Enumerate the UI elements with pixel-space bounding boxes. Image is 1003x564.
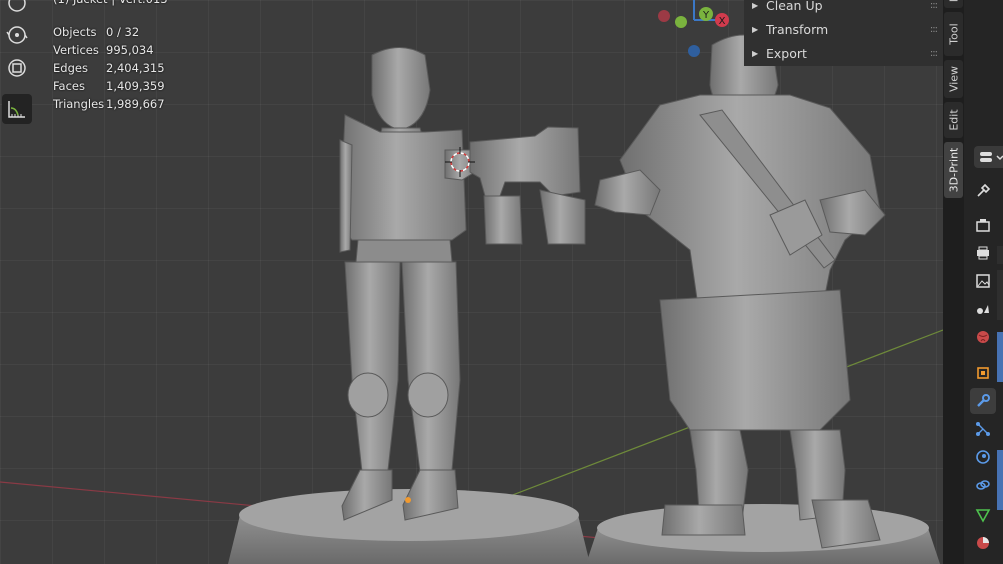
neg-y-axis-dot[interactable] [675,16,687,28]
neg-z-axis-dot[interactable] [688,45,700,57]
neg-x-axis-dot[interactable] [658,10,670,22]
render-camera-icon [976,219,990,232]
scale-icon [8,59,26,77]
scene-icon [977,305,989,314]
tab-constraints[interactable] [970,472,996,498]
expand-triangle-icon: ▶ [752,24,759,34]
particles-icon [976,422,990,436]
world-icon [977,331,989,343]
mesh-data-icon [975,509,991,523]
drag-grip-icon[interactable]: ::: [930,0,938,11]
tab-world[interactable] [970,324,996,350]
printer-icon [977,246,989,260]
stat-label: Faces [53,79,85,93]
tab-item[interactable]: ll [944,0,963,8]
stat-value: 2,404,315 [106,61,165,75]
object-icon [977,367,989,379]
sidebar-panel: ▶ Clean Up ▶ Transform ▶ Export ::: ::: ::: [744,0,943,66]
stat-row: Objects 0 / 32 [53,23,183,41]
stat-label: Objects [53,25,97,39]
stat-row: Faces 1,409,359 [53,77,183,95]
select-tool-button[interactable] [2,0,32,18]
tab-tool-settings[interactable] [970,178,996,204]
tab-scene[interactable] [970,296,996,322]
stat-row: Triangles 1,989,667 [53,95,183,113]
tab-physics[interactable] [970,444,996,470]
tab-view[interactable]: View [944,60,963,98]
3d-viewport[interactable]: (1) Jacket | Vert.013 Objects 0 / 32 Vert… [0,0,943,564]
panel-clean-up[interactable]: ▶ Clean Up [752,0,823,14]
object-origin [405,497,411,503]
editor-type-dropdown[interactable] [974,146,1003,168]
properties-tab-strip [964,0,1003,564]
expand-triangle-icon: ▶ [752,0,759,10]
panel-label: Export [766,45,807,61]
panel-label: Clean Up [766,0,823,13]
cursor-icon [8,0,26,12]
stat-value: 1,989,667 [106,97,165,111]
tab-object[interactable] [970,360,996,386]
drag-grip-icon[interactable]: ::: [930,48,938,59]
figure-left [339,47,479,521]
tool-icon [977,183,991,197]
tab-particles[interactable] [970,416,996,442]
navigation-gizmo[interactable]: Y X [652,0,732,70]
sidebar-tabs: ll Tool View Edit 3D-Print [943,0,964,564]
drag-grip-icon[interactable]: ::: [930,24,938,35]
figure-right [594,34,886,549]
scroll-edge [997,246,1003,264]
rotate-tool-button[interactable] [2,20,32,50]
x-axis-label: X [719,16,726,27]
stat-value: 1,409,359 [106,79,165,93]
tab-tool[interactable]: Tool [944,12,963,56]
tab-view-layer[interactable] [970,268,996,294]
panel-transform[interactable]: ▶ Transform [752,20,828,38]
measure-tool-button[interactable] [2,94,32,124]
tab-edit[interactable]: Edit [944,102,963,138]
constraint-icon [976,480,990,490]
panel-export[interactable]: ▶ Export [752,44,807,62]
tab-data[interactable] [970,502,996,528]
rotate-icon [6,26,28,44]
pistol [469,126,586,245]
base-right [586,504,940,564]
stat-row: Vertices 995,034 [53,41,183,59]
physics-icon [976,450,990,464]
panel-label: Transform [766,21,829,37]
stat-label: Vertices [53,43,99,57]
viewport-header-text: (1) Jacket | Vert.013 [53,0,168,8]
tab-render[interactable] [970,212,996,238]
wrench-icon [977,394,990,407]
stat-value: 0 / 32 [106,25,140,39]
active-context-bar [997,450,1003,510]
tab-output[interactable] [970,240,996,266]
active-context-bar [997,332,1003,382]
properties-editor-icon [980,152,1003,162]
tab-modifiers[interactable] [970,388,996,414]
y-axis-label: Y [702,10,710,21]
scroll-edge [997,270,1003,320]
stat-label: Edges [53,61,88,75]
stat-row: Edges 2,404,315 [53,59,183,77]
tab-3d-print[interactable]: 3D-Print [944,142,963,198]
tab-material[interactable] [970,530,996,556]
stat-value: 995,034 [106,43,154,57]
expand-triangle-icon: ▶ [752,48,759,58]
ruler-icon [8,101,25,118]
material-icon [977,537,989,549]
scale-tool-button[interactable] [2,53,32,83]
image-icon [976,274,990,288]
stat-label: Triangles [53,97,105,111]
